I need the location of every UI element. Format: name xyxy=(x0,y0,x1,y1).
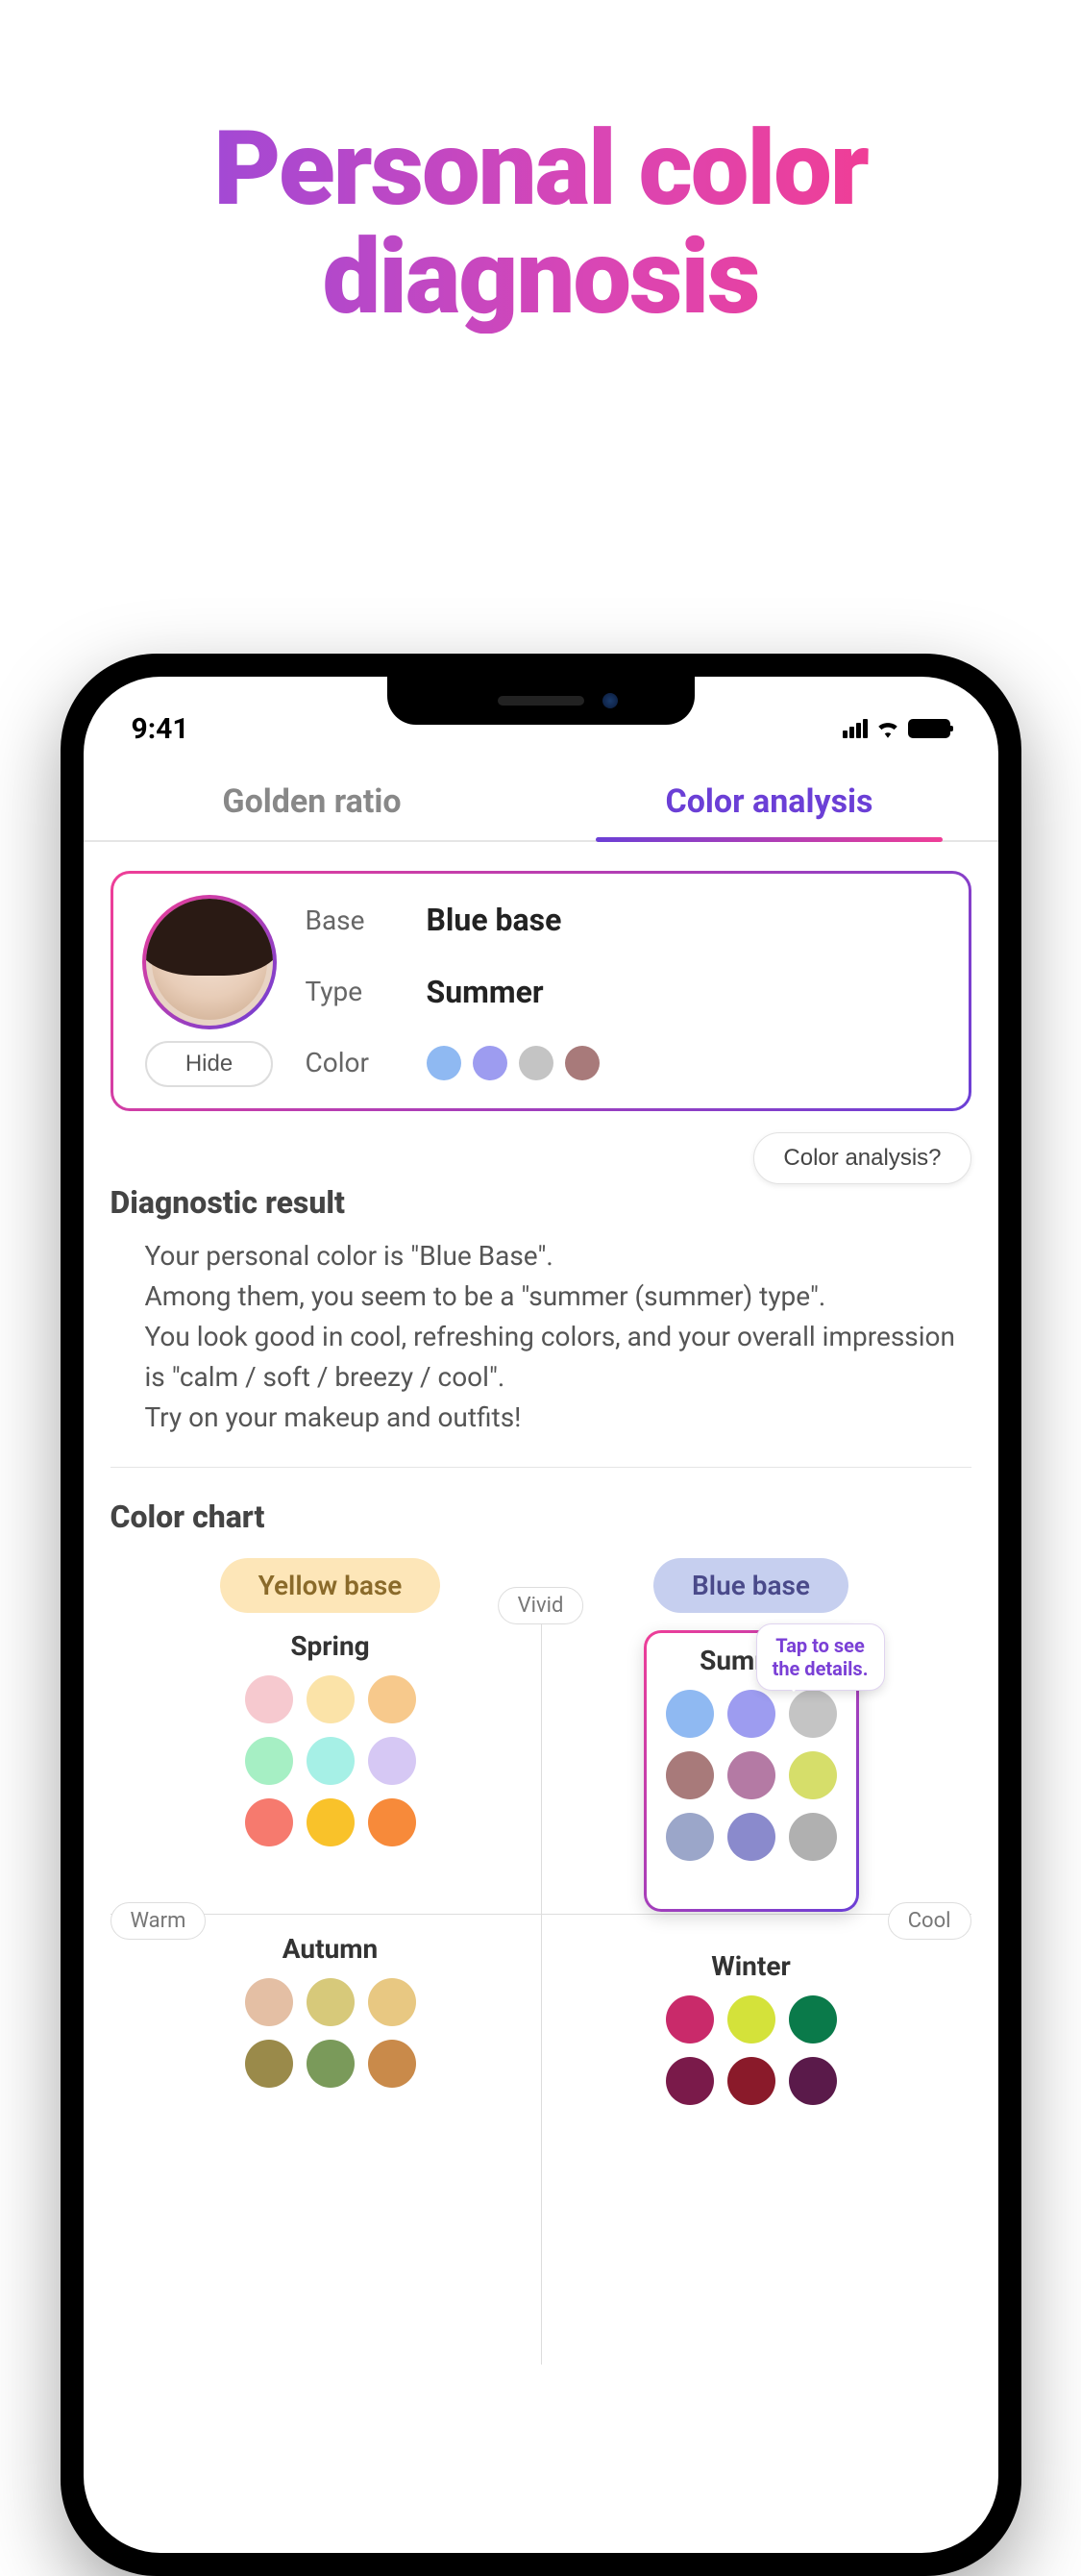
base-label: Base xyxy=(306,904,402,936)
content: Hide Base Blue base Type Summer Color xyxy=(84,842,998,2182)
tab-color-analysis[interactable]: Color analysis xyxy=(541,763,998,840)
phone-screen: 9:41 Golden ratio Color analysis Hide xyxy=(84,677,998,2553)
yellow-base-column: Yellow base Spring Autumn xyxy=(120,1558,541,2153)
hide-button[interactable]: Hide xyxy=(145,1041,273,1087)
color-swatch xyxy=(789,1751,837,1799)
color-label: Color xyxy=(306,1047,402,1078)
color-swatch xyxy=(368,1978,416,2026)
color-swatch xyxy=(666,1813,714,1861)
phone-frame: 9:41 Golden ratio Color analysis Hide xyxy=(61,654,1021,2576)
avatar[interactable] xyxy=(142,895,277,1029)
color-swatch xyxy=(727,1995,775,2043)
color-swatch xyxy=(245,2040,293,2088)
diagnostic-result-text: Your personal color is "Blue Base". Amon… xyxy=(111,1221,971,1468)
signal-icon xyxy=(843,719,868,738)
type-label: Type xyxy=(306,976,402,1007)
color-dot xyxy=(565,1046,600,1080)
color-swatch xyxy=(307,1737,355,1785)
battery-icon xyxy=(908,719,950,738)
color-dot xyxy=(519,1046,553,1080)
color-swatch xyxy=(666,2057,714,2105)
color-swatch xyxy=(727,1813,775,1861)
blue-base-pill: Blue base xyxy=(653,1558,848,1613)
color-dot xyxy=(473,1046,507,1080)
season-summer[interactable]: Tap to seethe details. Summer xyxy=(644,1630,859,1912)
blue-base-column: Blue base Tap to seethe details. Summer … xyxy=(541,1558,962,2153)
color-swatch xyxy=(368,2040,416,2088)
avatar-column: Hide xyxy=(142,895,277,1087)
tabs: Golden ratio Color analysis xyxy=(84,763,998,842)
color-swatch xyxy=(368,1675,416,1723)
color-chart-title: Color chart xyxy=(111,1499,971,1535)
base-value: Blue base xyxy=(427,902,940,938)
color-swatch xyxy=(666,1751,714,1799)
color-chart: Vivid Warm Cool Yellow base Spring Autum… xyxy=(111,1558,971,2153)
color-swatch xyxy=(666,1690,714,1738)
color-dots xyxy=(427,1046,940,1080)
color-swatch xyxy=(307,2040,355,2088)
tooltip: Tap to seethe details. xyxy=(756,1623,885,1691)
color-swatch xyxy=(789,2057,837,2105)
time-label: 9:41 xyxy=(132,712,189,746)
color-swatch xyxy=(307,1798,355,1846)
color-swatch xyxy=(245,1978,293,2026)
color-analysis-help-button[interactable]: Color analysis? xyxy=(753,1132,970,1184)
color-swatch xyxy=(368,1737,416,1785)
hero-title: Personal color diagnosis xyxy=(0,115,1081,334)
color-swatch xyxy=(727,1751,775,1799)
yellow-base-pill: Yellow base xyxy=(220,1558,441,1613)
color-swatch xyxy=(789,1813,837,1861)
wifi-icon xyxy=(875,719,900,738)
color-swatch xyxy=(245,1798,293,1846)
color-swatch xyxy=(245,1737,293,1785)
diagnostic-result-title: Diagnostic result xyxy=(111,1184,971,1221)
status-icons xyxy=(843,719,950,738)
color-swatch xyxy=(727,2057,775,2105)
season-spring[interactable]: Spring xyxy=(226,1630,435,1895)
notch xyxy=(387,677,695,725)
tab-golden-ratio[interactable]: Golden ratio xyxy=(84,763,541,840)
color-swatch xyxy=(307,1675,355,1723)
info-grid: Base Blue base Type Summer Color xyxy=(306,895,940,1087)
color-swatch xyxy=(666,1995,714,2043)
season-autumn[interactable]: Autumn xyxy=(226,1933,435,2136)
result-card: Hide Base Blue base Type Summer Color xyxy=(111,871,971,1111)
type-value: Summer xyxy=(427,974,940,1010)
color-swatch xyxy=(789,1995,837,2043)
color-swatch xyxy=(368,1798,416,1846)
color-swatch xyxy=(727,1690,775,1738)
color-swatch xyxy=(307,1978,355,2026)
color-dot xyxy=(427,1046,461,1080)
season-winter[interactable]: Winter xyxy=(647,1950,856,2153)
color-swatch xyxy=(245,1675,293,1723)
